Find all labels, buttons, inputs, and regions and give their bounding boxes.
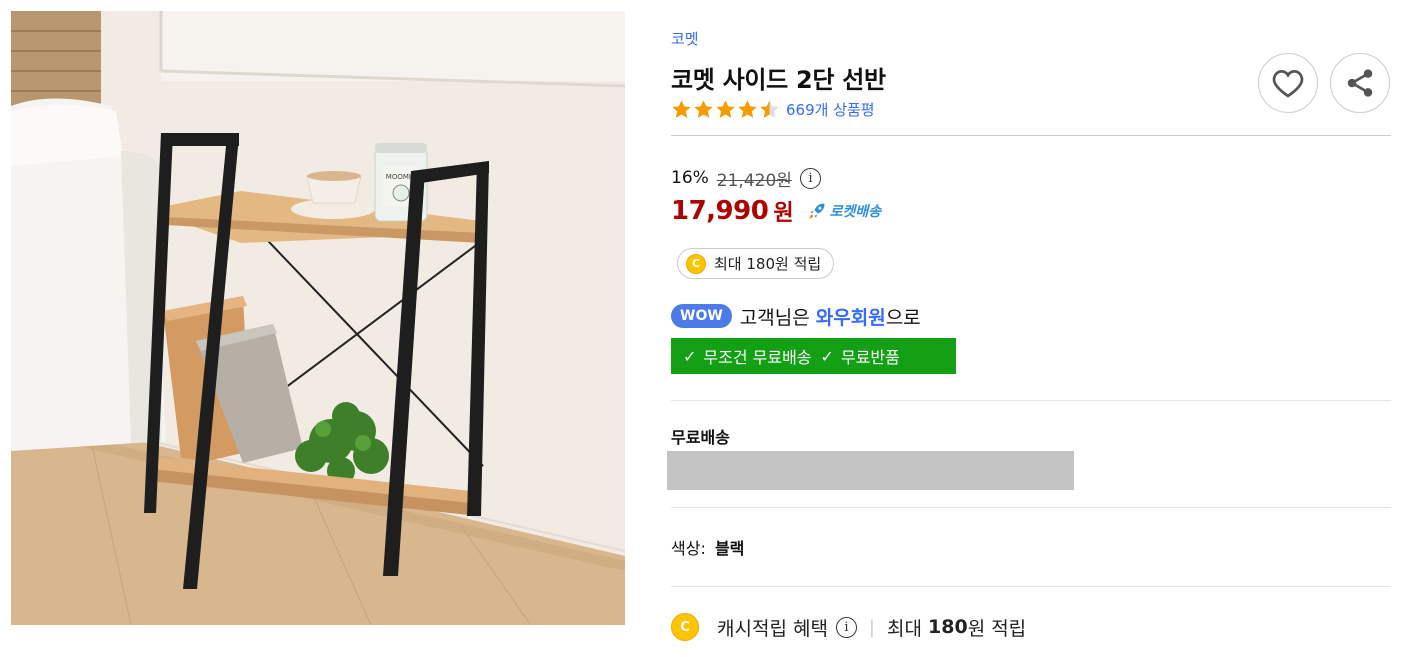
- half-star-icon: [760, 99, 779, 118]
- star-rating[interactable]: [671, 99, 780, 120]
- color-option-row: 색상: 블랙: [671, 535, 744, 559]
- cashback-suffix: 원 적립: [967, 617, 1027, 640]
- cash-reward-text: 최대 180원 적립: [714, 255, 822, 273]
- separator: |: [868, 616, 875, 638]
- check-icon: ✓: [820, 346, 834, 366]
- sale-price-row: 17,990 원 로켓배송: [671, 193, 881, 229]
- free-shipping-benefit: 무조건 무료배송: [703, 348, 812, 367]
- cash-reward-pill: C 최대 180원 적립: [677, 248, 835, 279]
- wow-badge: WOW: [671, 304, 732, 328]
- wow-member-row: WOW 고객님은 와우회원 으로: [671, 302, 921, 330]
- star-icon: [694, 99, 713, 118]
- divider: [671, 586, 1391, 587]
- rocket-delivery-badge: 로켓배송: [807, 201, 882, 221]
- cashback-row: C 캐시적립 혜택 i | 최대 180 원 적립: [671, 612, 1026, 642]
- cashback-max-prefix: 최대: [887, 617, 922, 640]
- cashback-info-icon[interactable]: i: [835, 616, 857, 638]
- share-button[interactable]: [1330, 53, 1390, 113]
- shipping-label: 무료배송: [671, 428, 730, 447]
- wow-member-link[interactable]: 와우회원: [816, 303, 886, 330]
- product-title: 코멧 사이드 2단 선반: [671, 66, 886, 94]
- divider: [671, 400, 1391, 401]
- brand-link[interactable]: 코멧: [671, 28, 699, 49]
- heart-icon: [1272, 70, 1304, 98]
- wishlist-button[interactable]: [1258, 53, 1318, 113]
- coin-icon: C: [671, 613, 699, 641]
- cashback-label: 캐시적립 혜택: [717, 617, 828, 640]
- wow-prefix: 고객님은: [739, 306, 810, 329]
- star-icon: [738, 99, 757, 118]
- rocket-icon: [809, 203, 825, 219]
- wow-suffix: 으로: [885, 306, 921, 329]
- divider: [671, 135, 1391, 136]
- product-info-panel: 코멧 코멧 사이드 2단 선반 669개 상품평 16% 21,420원 i 1…: [667, 0, 1391, 657]
- divider: [671, 507, 1391, 508]
- original-price-row: 16% 21,420원 i: [671, 165, 821, 191]
- shipping-info-placeholder: [667, 451, 1074, 490]
- share-icon: [1347, 69, 1373, 97]
- product-photo-illustration: MOOMIN: [11, 11, 625, 625]
- price-info-icon[interactable]: i: [799, 167, 821, 189]
- original-price: 21,420원: [716, 170, 792, 191]
- option-label: 색상:: [671, 539, 706, 558]
- coin-icon: C: [686, 253, 706, 274]
- review-count-link[interactable]: 669개 상품평: [786, 99, 875, 120]
- sale-price-unit: 원: [773, 201, 794, 226]
- cashback-amount: 180: [928, 616, 968, 638]
- sale-price: 17,990: [671, 196, 769, 226]
- product-image[interactable]: MOOMIN: [11, 11, 625, 625]
- rocket-delivery-label: 로켓배송: [829, 204, 882, 220]
- option-value: 블랙: [714, 539, 745, 558]
- star-icon: [672, 99, 691, 118]
- check-icon: ✓: [683, 346, 697, 366]
- rating-row: 669개 상품평: [671, 97, 875, 121]
- discount-rate: 16%: [671, 168, 709, 188]
- free-return-benefit: 무료반품: [840, 348, 900, 367]
- wow-benefit-banner: ✓ 무조건 무료배송 ✓ 무료반품: [671, 338, 956, 374]
- star-icon: [716, 99, 735, 118]
